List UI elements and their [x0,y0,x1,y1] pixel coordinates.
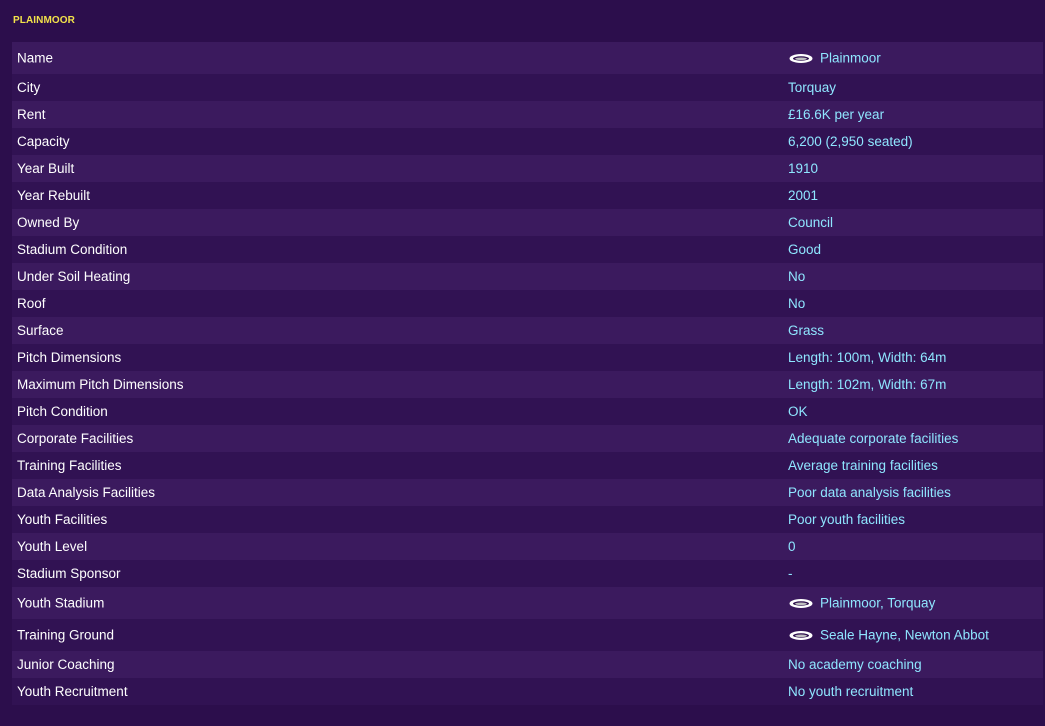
training-ground-link[interactable]: Seale Hayne, Newton Abbot [788,628,989,643]
row-label: Data Analysis Facilities [17,485,156,500]
detail-row-stadium-condition: Stadium Condition Good [12,236,1043,263]
detail-row-stadium-sponsor: Stadium Sponsor - [12,560,1043,587]
row-label: Stadium Sponsor [17,566,121,581]
row-value: OK [788,404,808,419]
row-value: Plainmoor, Torquay [820,595,936,611]
row-label: Training Facilities [17,458,122,473]
row-value: Council [788,215,834,230]
row-label: Year Rebuilt [17,188,91,203]
row-label: Pitch Condition [17,404,108,419]
detail-row-corporate-facilities: Corporate Facilities Adequate corporate … [12,425,1043,452]
row-value: 0 [788,539,796,554]
detail-row-owned-by: Owned By Council [12,209,1043,236]
row-label: Youth Facilities [17,512,108,527]
row-label: Maximum Pitch Dimensions [17,377,184,392]
row-label: Surface [17,323,64,338]
row-value: 6,200 (2,950 seated) [788,134,913,149]
stadium-name-link[interactable]: Plainmoor [788,51,881,66]
detail-row-data-analysis-facilities: Data Analysis Facilities Poor data analy… [12,479,1043,506]
detail-row-youth-recruitment: Youth Recruitment No youth recruitment [12,678,1043,705]
detail-row-surface: Surface Grass [12,317,1043,344]
row-value: 2001 [788,188,819,203]
row-value: Poor data analysis facilities [788,485,951,500]
detail-row-youth-stadium: Youth Stadium Plainmoor, Torquay [12,587,1043,619]
row-label: Roof [17,296,46,311]
row-value: No [788,296,806,311]
row-label: Capacity [17,134,70,149]
youth-stadium-link[interactable]: Plainmoor, Torquay [788,596,935,611]
detail-row-year-rebuilt: Year Rebuilt 2001 [12,182,1043,209]
row-label: Under Soil Heating [17,269,131,284]
detail-row-pitch-condition: Pitch Condition OK [12,398,1043,425]
row-value: No academy coaching [788,657,922,672]
panel-title: PLAINMOOR [13,15,76,26]
detail-row-rent: Rent £16.6K per year [12,101,1043,128]
city-link[interactable]: Torquay [788,80,836,95]
row-value: Length: 102m, Width: 67m [788,377,947,392]
row-value: Adequate corporate facilities [788,431,959,446]
stadium-details-panel: PLAINMOOR Name Plainmoor City Torquay Re… [0,0,1045,726]
detail-row-name: Name Plainmoor [12,42,1043,74]
row-label: Junior Coaching [17,657,115,672]
row-label: Name [17,50,54,66]
detail-row-year-built: Year Built 1910 [12,155,1043,182]
detail-row-roof: Roof No [12,290,1043,317]
row-label: City [17,80,41,95]
stadium-icon [789,630,813,640]
detail-row-pitch-dimensions: Pitch Dimensions Length: 100m, Width: 64… [12,344,1043,371]
detail-row-capacity: Capacity 6,200 (2,950 seated) [12,128,1043,155]
row-label: Training Ground [17,627,115,643]
detail-row-training-ground: Training Ground Seale Hayne, Newton Abbo… [12,619,1043,651]
row-label: Stadium Condition [17,242,128,257]
row-value: Poor youth facilities [788,512,906,527]
row-label: Pitch Dimensions [17,350,122,365]
row-label: Youth Level [17,539,88,554]
detail-row-max-pitch-dimensions: Maximum Pitch Dimensions Length: 102m, W… [12,371,1043,398]
row-label: Youth Stadium [17,595,105,611]
row-label: Year Built [17,161,75,176]
row-value: Plainmoor [820,50,881,66]
detail-row-under-soil-heating: Under Soil Heating No [12,263,1043,290]
detail-row-training-facilities: Training Facilities Average training fac… [12,452,1043,479]
stadium-details-list: Name Plainmoor City Torquay Rent £16.6K … [12,42,1043,705]
row-value: £16.6K per year [788,107,885,122]
row-value: - [788,566,793,581]
row-value: Seale Hayne, Newton Abbot [820,627,989,643]
detail-row-junior-coaching: Junior Coaching No academy coaching [12,651,1043,678]
row-value: Length: 100m, Width: 64m [788,350,947,365]
row-value: Grass [788,323,825,338]
row-value: No youth recruitment [788,684,914,699]
row-label: Rent [17,107,46,122]
stadium-icon [789,53,813,63]
stadium-icon [789,598,813,608]
row-value: 1910 [788,161,819,176]
row-value: Average training facilities [788,458,938,473]
detail-row-city: City Torquay [12,74,1043,101]
detail-row-youth-facilities: Youth Facilities Poor youth facilities [12,506,1043,533]
row-value: No [788,269,806,284]
detail-row-youth-level: Youth Level 0 [12,533,1043,560]
row-label: Corporate Facilities [17,431,134,446]
row-value: Good [788,242,822,257]
row-label: Owned By [17,215,80,230]
row-label: Youth Recruitment [17,684,128,699]
